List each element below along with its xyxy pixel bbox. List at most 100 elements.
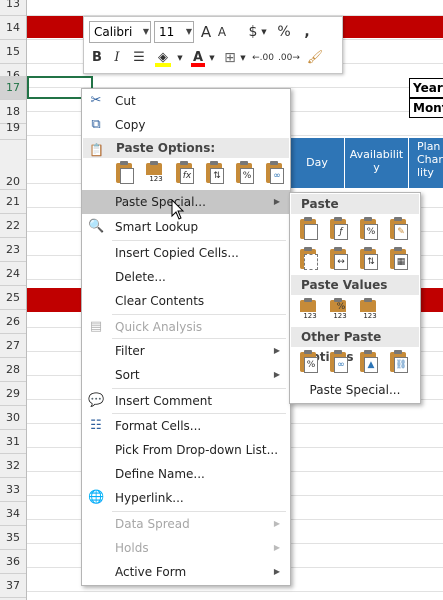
paste-icon[interactable] <box>298 217 320 243</box>
row-number-selected[interactable]: 17 <box>0 76 26 100</box>
font-size-box[interactable]: 11 ▼ <box>154 21 194 43</box>
paste-values-icon[interactable]: 123 <box>298 298 322 324</box>
menu-item-copy[interactable]: ⧉ Copy <box>82 113 290 137</box>
menu-item-hyperlink[interactable]: 🌐 Hyperlink... <box>82 486 290 510</box>
menu-item-cut[interactable]: ✂ Cut <box>82 89 290 113</box>
paste-link-icon[interactable]: ∞ <box>264 161 286 187</box>
paste-formulas-icon[interactable]: ƒ <box>328 217 350 243</box>
row-number[interactable]: 25 <box>0 286 26 310</box>
paste-linked-picture-icon[interactable]: ⛓ <box>388 350 410 376</box>
menu-item-define-name[interactable]: Define Name... <box>82 462 290 486</box>
row-number[interactable]: 26 <box>0 310 26 334</box>
row-number[interactable]: 31 <box>0 430 26 454</box>
menu-item-insert-comment[interactable]: 💬 Insert Comment <box>82 389 290 413</box>
row-number[interactable]: 24 <box>0 262 26 286</box>
format-cells-icon: ☷ <box>90 418 102 433</box>
font-color-swatch <box>191 63 205 67</box>
menu-item-holds[interactable]: Holds ▶ <box>82 536 290 560</box>
paste-values-number-format-icon[interactable]: % 123 <box>328 298 352 324</box>
row-number[interactable]: 22 <box>0 214 26 238</box>
font-color-button[interactable]: A <box>190 47 206 69</box>
paste-no-borders-icon[interactable] <box>298 247 320 273</box>
grow-font-button[interactable]: A <box>199 21 213 43</box>
chevron-right-icon: ▶ <box>273 346 280 355</box>
menu-item-quick-analysis[interactable]: ▤ Quick Analysis <box>82 315 290 339</box>
paste-link-icon[interactable]: ∞ <box>328 350 350 376</box>
header-plan-chargeability: Plan Charg lity <box>409 138 443 188</box>
paste-source-formatting-icon[interactable]: ✎ <box>388 217 410 243</box>
chevron-down-icon: ▼ <box>177 54 183 62</box>
comma-style-button[interactable]: , <box>300 21 314 43</box>
scissors-icon: ✂ <box>90 93 102 108</box>
paste-values-source-formatting-icon[interactable]: ✎ 123 <box>358 298 382 324</box>
mini-toolbar: Calibri ▼ 11 ▼ A A $ ▼ % , B I ☰ ◈ ▼ A ▼ ⊞… <box>83 16 343 74</box>
increase-decimal-button[interactable]: ←.00 <box>252 47 274 69</box>
align-center-icon[interactable]: ☰ <box>130 47 148 69</box>
paste-special-dialog-link[interactable]: Paste Special... <box>290 379 420 401</box>
row-number[interactable]: 36 <box>0 550 26 574</box>
row-number[interactable]: 35 <box>0 526 26 550</box>
paste-special-submenu: Paste ƒ % ✎ ↔ ⇅ ▦ Paste Values 123 % 123 … <box>289 192 421 404</box>
italic-button[interactable]: I <box>110 47 124 69</box>
row-number[interactable]: 37 <box>0 574 26 598</box>
menu-item-filter[interactable]: Filter ▶ <box>82 339 290 363</box>
chevron-down-icon: ▼ <box>261 28 267 36</box>
font-name-box[interactable]: Calibri ▼ <box>89 21 151 43</box>
copy-icon: ⧉ <box>91 117 101 132</box>
shrink-font-button[interactable]: A <box>216 21 228 43</box>
paste-values-icon[interactable]: 123 <box>144 161 168 187</box>
paste-merge-formatting-icon[interactable]: ▦ <box>388 247 410 273</box>
row-number[interactable]: 13 <box>0 0 26 16</box>
menu-item-sort[interactable]: Sort ▶ <box>82 363 290 387</box>
menu-item-format-cells[interactable]: ☷ Format Cells... <box>82 414 290 438</box>
row-number[interactable]: 33 <box>0 478 26 502</box>
format-painter-icon[interactable]: 🖌 <box>306 47 324 69</box>
row-number[interactable]: 34 <box>0 502 26 526</box>
context-menu: ✂ Cut ⧉ Copy 📋 Paste Options: 123 fx ⇅ % ∞ … <box>81 88 291 586</box>
paste-formulas-icon[interactable]: fx <box>174 161 196 187</box>
header-availability: Availabilit y <box>345 138 409 188</box>
paste-transpose-icon[interactable]: ⇅ <box>204 161 226 187</box>
menu-item-data-spread[interactable]: Data Spread ▶ <box>82 512 290 536</box>
menu-item-delete[interactable]: Delete... <box>82 265 290 289</box>
row-number[interactable]: 21 <box>0 190 26 214</box>
percent-button[interactable]: % <box>276 21 292 43</box>
row-number[interactable]: 14 <box>0 16 26 40</box>
row-number[interactable]: 32 <box>0 454 26 478</box>
menu-item-paste-special[interactable]: Paste Special... ▶ <box>82 190 290 214</box>
excel-window: 13 14 15 16 17 18 19 20 21 22 23 24 25 2… <box>0 0 443 600</box>
row-number[interactable]: 23 <box>0 238 26 262</box>
row-number[interactable]: 28 <box>0 358 26 382</box>
paste-formatting-icon[interactable]: % <box>298 350 320 376</box>
row-number[interactable]: 19 <box>0 116 26 140</box>
chevron-right-icon: ▶ <box>273 519 280 528</box>
fill-color-button[interactable]: ◈ <box>154 47 172 69</box>
menu-item-smart-lookup[interactable]: 🔍 Smart Lookup <box>82 215 290 239</box>
paste-options-header: 📋 Paste Options: <box>83 138 289 158</box>
paste-transpose-icon[interactable]: ⇅ <box>358 247 380 273</box>
paste-picture-icon[interactable]: ▲ <box>358 350 380 376</box>
borders-icon[interactable]: ⊞ <box>222 47 238 69</box>
menu-item-clear-contents[interactable]: Clear Contents <box>82 289 290 313</box>
row-number[interactable]: 15 <box>0 40 26 64</box>
chevron-down-icon: ▼ <box>185 27 192 36</box>
paste-formatting-icon[interactable]: % <box>234 161 256 187</box>
paste-formulas-number-format-icon[interactable]: % <box>358 217 380 243</box>
bold-button[interactable]: B <box>90 47 104 69</box>
clipboard-icon: 📋 <box>89 143 104 157</box>
header-day: Day <box>290 138 345 188</box>
paste-column-widths-icon[interactable]: ↔ <box>328 247 350 273</box>
chevron-right-icon: ▶ <box>273 543 280 552</box>
paste-icon[interactable] <box>114 161 136 187</box>
year-label: Year <box>409 78 443 98</box>
menu-item-pick-from-list[interactable]: Pick From Drop-down List... <box>82 438 290 462</box>
row-number[interactable]: 30 <box>0 406 26 430</box>
row-number[interactable]: 20 <box>0 140 26 190</box>
chevron-down-icon: ▼ <box>142 27 149 36</box>
row-number[interactable]: 27 <box>0 334 26 358</box>
currency-button[interactable]: $ <box>246 21 260 43</box>
row-number[interactable]: 29 <box>0 382 26 406</box>
menu-item-insert-copied-cells[interactable]: Insert Copied Cells... <box>82 241 290 265</box>
menu-item-active-form[interactable]: Active Form ▶ <box>82 560 290 584</box>
decrease-decimal-button[interactable]: .00→ <box>278 47 300 69</box>
